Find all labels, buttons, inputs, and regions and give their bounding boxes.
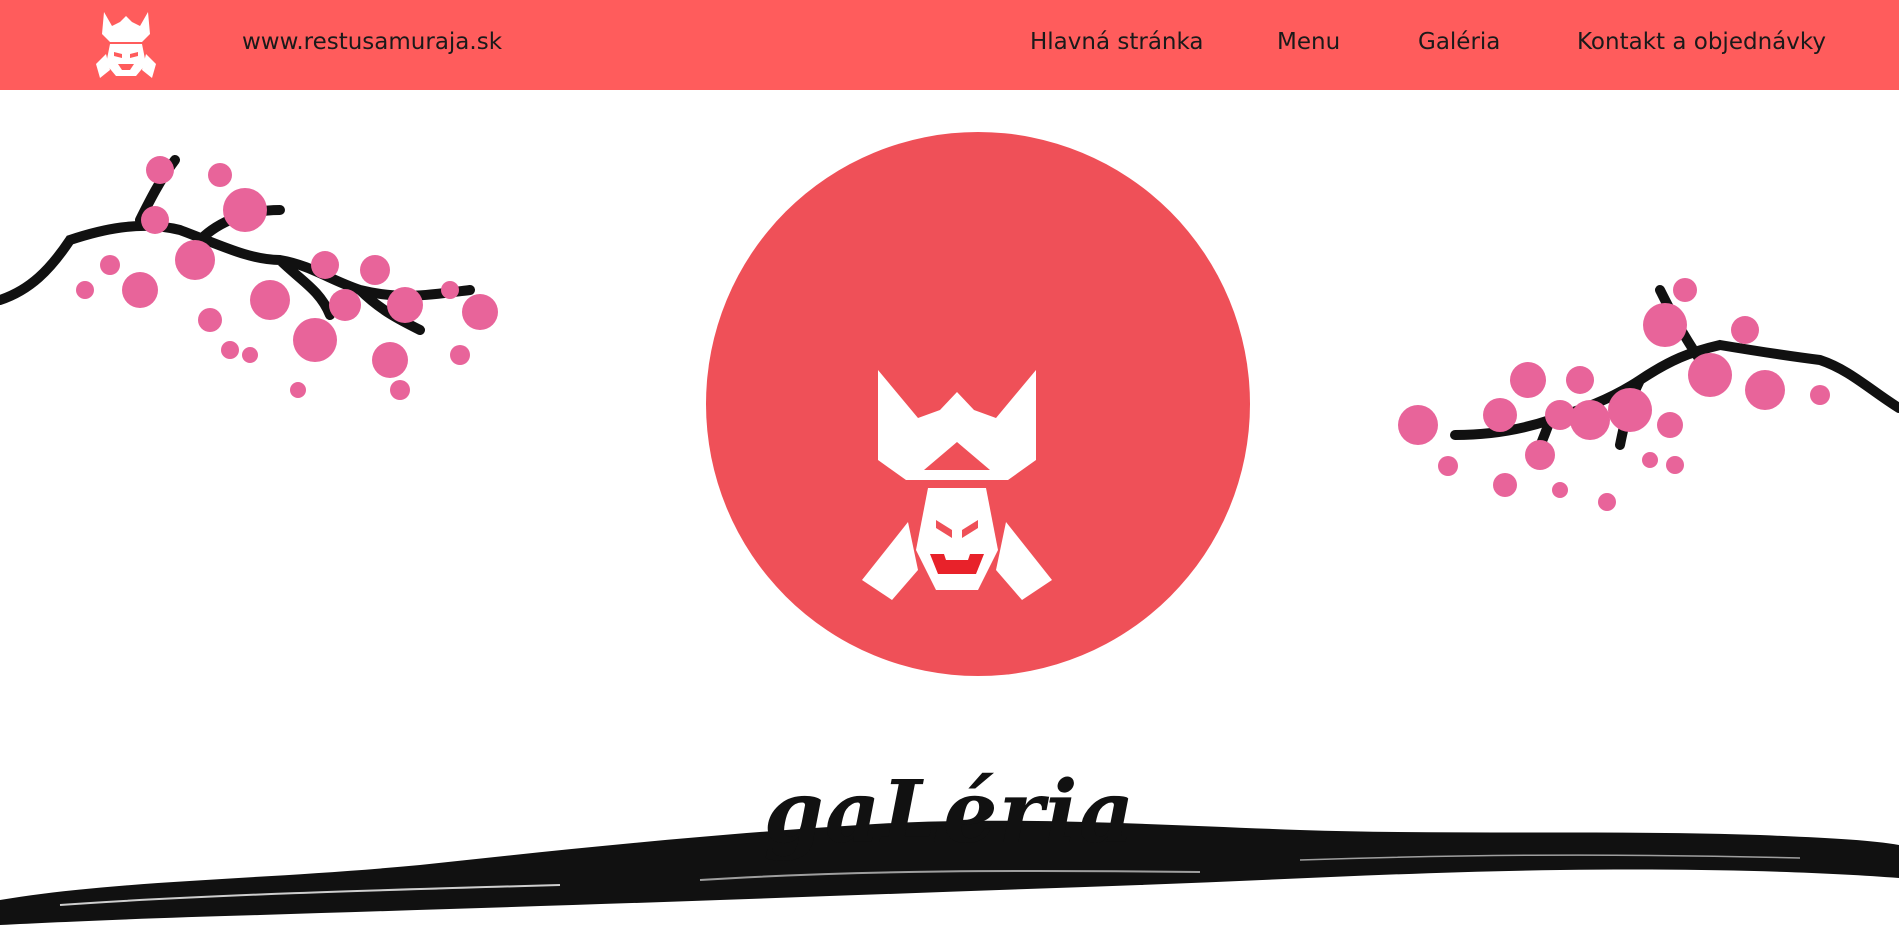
hero-section: gaLéria	[0, 90, 1899, 925]
cherry-blossom-branch-left	[0, 155, 498, 400]
nav-contact[interactable]: Kontakt a objednávky	[1577, 29, 1826, 55]
red-sun-circle	[706, 132, 1250, 676]
cherry-blossom-branch-right	[1398, 278, 1899, 511]
samurai-logo-icon[interactable]	[92, 8, 160, 80]
site-header: www.restusamuraja.sk Hlavná stránka Menu…	[0, 0, 1899, 90]
nav-home[interactable]: Hlavná stránka	[1030, 29, 1204, 55]
nav-gallery[interactable]: Galéria	[1418, 29, 1500, 55]
site-url-link[interactable]: www.restusamuraja.sk	[242, 29, 502, 55]
nav-menu[interactable]: Menu	[1277, 29, 1340, 55]
page-title: gaLéria	[763, 762, 1136, 863]
